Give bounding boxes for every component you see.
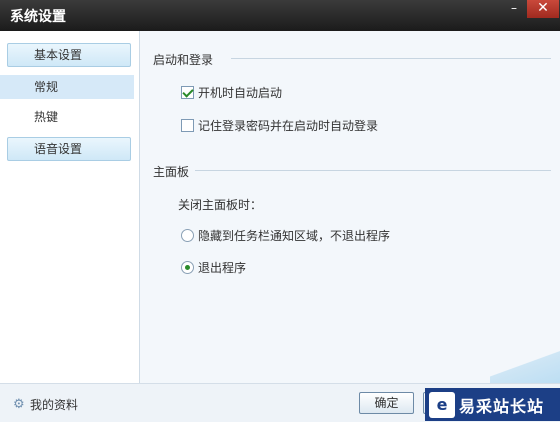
exit-program-label: 退出程序 xyxy=(198,261,247,275)
close-button[interactable]: ✕ xyxy=(527,0,559,18)
section-title-main-panel: 主面板 xyxy=(153,165,190,179)
sidebar: 基本设置 常规 热键 语音设置 xyxy=(0,31,140,383)
option-autostart[interactable]: 开机时自动启动 xyxy=(181,84,282,101)
my-profile-label: 我的资料 xyxy=(30,398,79,412)
watermark-logo-icon: e xyxy=(429,391,455,418)
sidebar-item-hotkeys[interactable]: 热键 xyxy=(0,105,134,129)
ok-button[interactable]: 确定 xyxy=(359,392,414,414)
section-title-startup: 启动和登录 xyxy=(153,53,214,67)
sidebar-group-basic-settings[interactable]: 基本设置 xyxy=(7,43,131,67)
section-divider xyxy=(195,170,551,171)
remember-password-label: 记住登录密码并在启动时自动登录 xyxy=(198,119,379,133)
close-panel-subtitle: 关闭主面板时： xyxy=(178,198,263,212)
my-profile-link[interactable]: ⚙ 我的资料 xyxy=(13,396,78,413)
sidebar-group-voice-settings[interactable]: 语音设置 xyxy=(7,137,131,161)
watermark-text: 易采站长站 xyxy=(459,396,545,416)
hide-to-tray-label: 隐藏到任务栏通知区域，不退出程序 xyxy=(198,229,391,243)
exit-program-radio[interactable] xyxy=(181,261,194,274)
window-title: 系统设置 xyxy=(10,9,66,25)
option-remember-password[interactable]: 记住登录密码并在启动时自动登录 xyxy=(181,117,378,134)
minimize-button[interactable]: – xyxy=(501,0,527,17)
hide-to-tray-radio[interactable] xyxy=(181,229,194,242)
autostart-checkbox[interactable] xyxy=(181,86,194,99)
settings-window: 系统设置 – ✕ 基本设置 常规 热键 语音设置 启动和登录 开机时自动启动 记… xyxy=(0,0,560,422)
sidebar-item-general[interactable]: 常规 xyxy=(0,75,134,99)
autostart-label: 开机时自动启动 xyxy=(198,86,283,100)
option-hide-to-tray[interactable]: 隐藏到任务栏通知区域，不退出程序 xyxy=(181,227,390,244)
section-divider xyxy=(231,58,551,59)
title-bar[interactable]: 系统设置 – ✕ xyxy=(0,0,560,31)
watermark-logo: e 易采站长站 xyxy=(425,388,560,421)
remember-password-checkbox[interactable] xyxy=(181,119,194,132)
gear-icon: ⚙ xyxy=(13,397,25,412)
option-exit-program[interactable]: 退出程序 xyxy=(181,259,246,276)
